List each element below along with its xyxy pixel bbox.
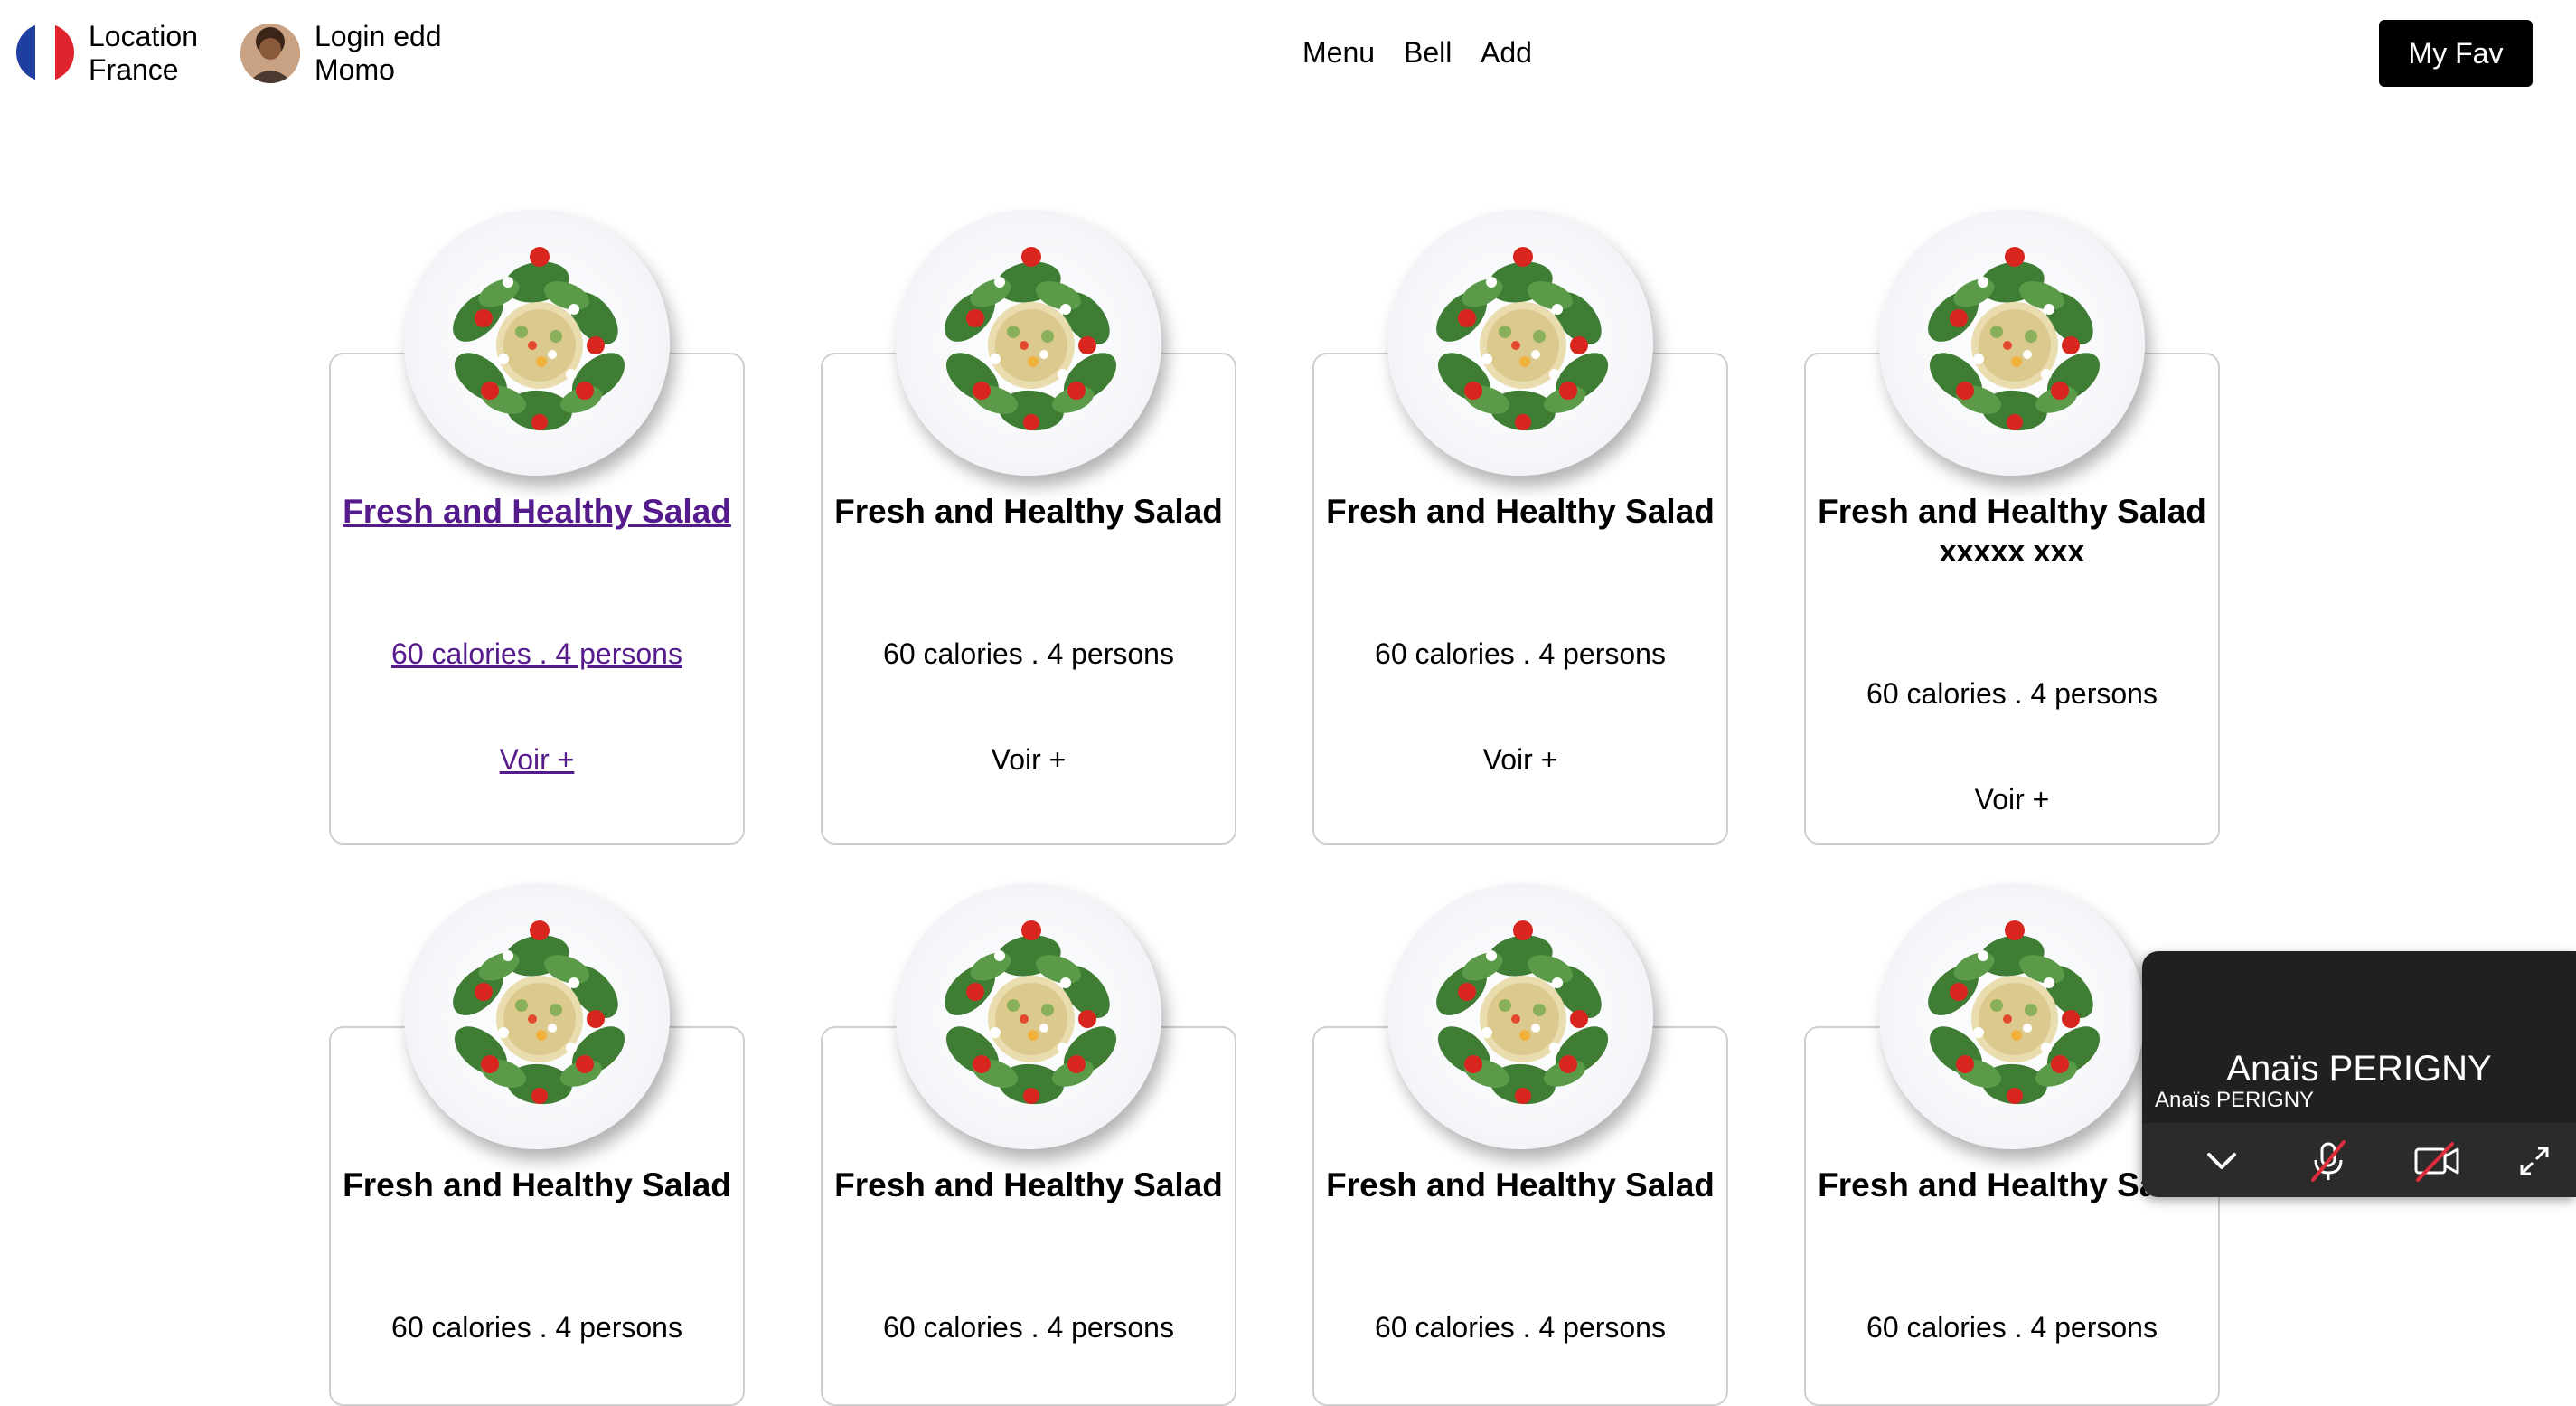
login-label: Login edd	[315, 20, 442, 52]
nav-menu-link[interactable]: Menu	[1302, 34, 1375, 71]
recipe-meta: 60 calories . 4 persons	[391, 1311, 682, 1344]
recipe-title-text: Fresh and Healthy Salad	[1818, 493, 2206, 530]
recipe-title-text: Fresh and Healthy Salad	[834, 493, 1223, 530]
salad-plate-image	[896, 210, 1161, 476]
participant-label: Anaïs PERIGNY	[2155, 1088, 2315, 1112]
fullscreen-icon[interactable]	[2509, 1136, 2560, 1186]
recipe-title[interactable]: Fresh and Healthy Salad	[1312, 492, 1728, 532]
recipe-title-text: Fresh and Healthy Salad	[343, 493, 731, 530]
location-label: Location	[89, 20, 198, 52]
salad-plate-image	[1387, 210, 1653, 476]
location-selector[interactable]: Location France	[89, 20, 198, 87]
voir-plus-link[interactable]: Voir +	[821, 741, 1236, 778]
mic-off-icon[interactable]	[2303, 1136, 2354, 1186]
recipe-title-text: Fresh and Healthy Salad	[834, 1166, 1223, 1203]
france-flag-icon	[16, 24, 74, 81]
recipe-meta: 60 calories . 4 persons	[1375, 1311, 1666, 1344]
salad-plate-image	[1879, 210, 2145, 476]
camera-off-icon[interactable]	[2411, 1136, 2462, 1186]
my-fav-button[interactable]: My Fav	[2379, 20, 2533, 87]
avatar[interactable]	[240, 24, 300, 83]
salad-plate-image	[1879, 883, 2145, 1149]
voir-plus-link[interactable]: Voir +	[1312, 741, 1728, 778]
recipe-meta: 60 calories . 4 persons	[1866, 1311, 2158, 1344]
recipe-meta[interactable]: 60 calories . 4 persons	[329, 636, 745, 672]
recipe-title-text: Fresh and Healthy Salad	[343, 1166, 731, 1203]
call-controls	[2142, 1123, 2576, 1197]
recipe-title[interactable]: Fresh and Healthy Salad xxxxx xxx	[1804, 492, 2220, 571]
nav-bell-link[interactable]: Bell	[1404, 34, 1452, 71]
salad-plate-image	[404, 210, 670, 476]
salad-plate-image	[1387, 883, 1653, 1149]
salad-plate-image	[896, 883, 1161, 1149]
top-header: Location France Login edd Momo Menu Bell…	[0, 0, 2576, 109]
location-value: France	[89, 53, 179, 86]
user-name: Momo	[315, 53, 395, 86]
user-menu[interactable]: Login edd Momo	[315, 20, 442, 87]
recipe-meta: 60 calories . 4 persons	[1375, 637, 1666, 670]
nav-add-link[interactable]: Add	[1481, 34, 1532, 71]
recipe-title-text: Fresh and Healthy Salad	[1326, 1166, 1715, 1203]
recipe-title[interactable]: Fresh and Healthy Salad	[329, 492, 745, 532]
video-call-widget: Anaïs PERIGNY Anaïs PERIGNY	[2142, 951, 2576, 1197]
recipe-title[interactable]: Fresh and Healthy Salad	[329, 1165, 745, 1205]
recipe-title[interactable]: Fresh and Healthy Salad	[821, 492, 1236, 532]
chevron-down-icon[interactable]	[2196, 1136, 2247, 1186]
salad-plate-image	[404, 883, 670, 1149]
participant-name: Anaïs PERIGNY	[2226, 1049, 2492, 1089]
recipe-meta: 60 calories . 4 persons	[883, 637, 1174, 670]
recipe-title[interactable]: Fresh and Healthy Salad	[1312, 1165, 1728, 1205]
recipe-meta: 60 calories . 4 persons	[883, 1311, 1174, 1344]
recipe-title[interactable]: Fresh and Healthy Salad	[821, 1165, 1236, 1205]
recipe-meta: 60 calories . 4 persons	[1866, 677, 2158, 710]
voir-plus-link[interactable]: Voir +	[1804, 781, 2220, 817]
voir-plus-link[interactable]: Voir +	[329, 741, 745, 778]
recipe-subtitle: xxxxx xxx	[1939, 534, 2085, 569]
recipe-title-text: Fresh and Healthy Salad	[1326, 493, 1715, 530]
